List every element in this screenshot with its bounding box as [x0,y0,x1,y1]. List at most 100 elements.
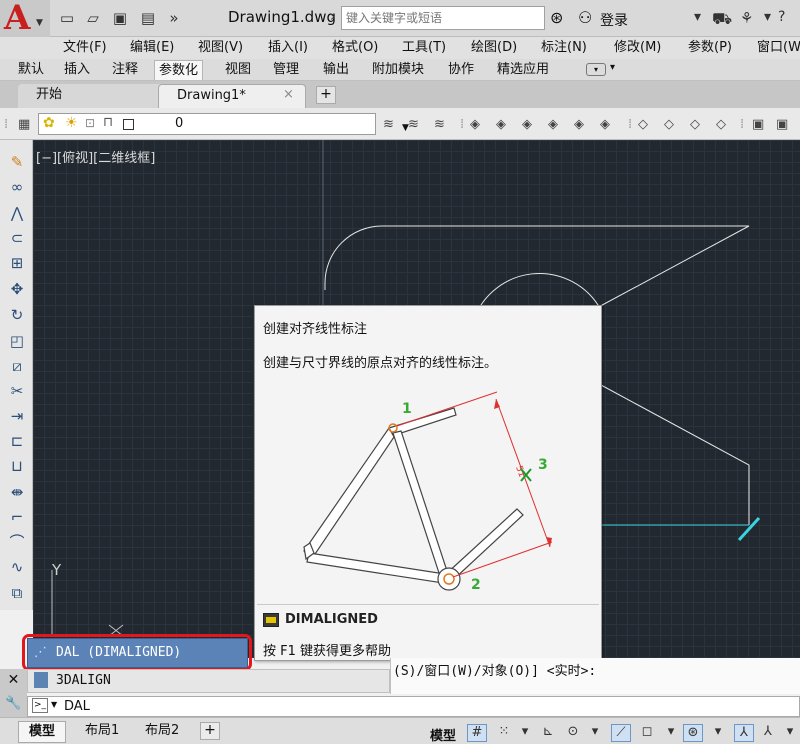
quick-access-overflow-button[interactable]: » [164,8,184,28]
snap-icon[interactable]: ⁙ [494,724,514,742]
infer-constraints-icon[interactable]: ⊾ [538,724,558,742]
explode-icon[interactable]: ⧉ [6,583,28,603]
layer-change-icon[interactable]: ◇ [716,117,726,132]
layer-delete-icon[interactable]: ◇ [664,117,674,132]
help-icon[interactable]: ? [778,9,785,25]
ribbon-toggle-icon[interactable]: ▾ [586,63,606,76]
network-icon[interactable]: ⚘ [740,9,753,27]
layer-off-icon[interactable]: ◈ [522,117,532,132]
binoculars-icon[interactable]: ⊛ [550,8,563,27]
application-menu-button[interactable]: A ▼ [0,0,50,37]
tab-addins[interactable]: 附加模块 [368,60,428,80]
block-edit-icon[interactable]: ▣ [776,117,788,132]
ortho-icon[interactable]: ⟋ [611,724,631,742]
menu-format[interactable]: 格式(O) [332,38,378,58]
tab-featured-apps[interactable]: 精选应用 [493,60,553,80]
fillet-icon[interactable]: ⌒ [6,532,28,552]
viewport-controls[interactable]: [−][俯视][二维线框] [36,147,155,166]
break-icon[interactable]: ⊔ [6,456,28,476]
menu-file[interactable]: 文件(F) [63,38,107,58]
offset-icon[interactable]: ⊂ [6,228,28,248]
rotate-icon[interactable]: ↻ [6,305,28,325]
make-current-layer-icon[interactable]: ≋ [383,117,394,132]
chevron-down-icon[interactable]: ▼ [51,700,57,709]
chevron-down-icon[interactable]: ▾ [515,724,535,742]
menu-modify[interactable]: 修改(M) [614,38,661,58]
erase-icon[interactable]: ✎ [6,152,28,172]
blend-curves-icon[interactable]: ∿ [6,557,28,577]
layer-unisolate-icon[interactable]: ◈ [496,117,506,132]
tab-annotate[interactable]: 注释 [108,60,142,80]
autocomplete-item-3dalign[interactable]: 3DALIGN [27,669,390,693]
layer-walk-icon[interactable]: ◇ [690,117,700,132]
menu-dimension[interactable]: 标注(N) [541,38,587,58]
menu-window[interactable]: 窗口(W [757,38,800,58]
chevron-down-icon[interactable]: ▾ [694,9,701,25]
menu-view[interactable]: 视图(V) [198,38,243,58]
new-tab-button[interactable]: + [316,86,336,104]
login-button[interactable]: 登录 [600,10,628,30]
tab-default[interactable]: 默认 [14,60,48,80]
tab-manage[interactable]: 管理 [269,60,303,80]
3d-osnap-icon[interactable]: ⊛ [683,724,703,742]
user-icon[interactable]: ⚇ [578,8,592,27]
array-icon[interactable]: ⊞ [6,253,28,273]
wrench-icon[interactable]: 🔧 [0,693,27,717]
tab-insert[interactable]: 插入 [60,60,94,80]
extend-icon[interactable]: ⇥ [6,406,28,426]
stretch-icon[interactable]: ⧄ [6,356,28,376]
tab-view[interactable]: 视图 [221,60,255,80]
cart-icon[interactable]: ⛟ [712,9,732,30]
close-icon[interactable]: ✕ [0,669,27,693]
chevron-down-icon[interactable]: ▾ [661,724,681,742]
layer-previous-icon[interactable]: ≋ [434,117,445,132]
layer-isolate-icon[interactable]: ◈ [470,117,480,132]
file-tab-start[interactable]: 开始 [18,84,166,108]
copy-icon[interactable]: ∞ [6,177,28,197]
tab-output[interactable]: 输出 [319,60,353,80]
object-snap-icon[interactable]: ◻ [637,724,657,742]
menu-tools[interactable]: 工具(T) [402,38,446,58]
layer-properties-icon[interactable]: ▦ [18,117,30,132]
search-input[interactable]: 键入关键字或短语 [341,6,545,30]
chevron-down-icon[interactable]: ▾ [764,9,771,25]
annotation-visibility-icon[interactable]: ⅄ [734,724,754,742]
command-prompt-icon[interactable]: >_ [32,698,48,713]
tab-model[interactable]: 模型 [18,721,67,743]
scale-icon[interactable]: ◰ [6,331,28,351]
grid-icon[interactable]: # [467,724,487,742]
save-icon[interactable]: ▣ [110,8,130,28]
tab-parametric[interactable]: 参数化 [154,60,204,80]
save-as-icon[interactable]: ▤ [138,8,158,28]
join-icon[interactable]: ⇼ [6,482,28,502]
polar-tracking-icon[interactable]: ⊙ [563,724,583,742]
layer-lock-icon[interactable]: ◈ [574,117,584,132]
tab-layout1[interactable]: 布局1 [75,721,129,743]
tab-collaborate[interactable]: 协作 [444,60,478,80]
block-icon[interactable]: ▣ [752,117,764,132]
chamfer-icon[interactable]: ⌐ [6,507,28,527]
mirror-icon[interactable]: ⋀ [6,203,28,223]
menu-insert[interactable]: 插入(I) [268,38,308,58]
new-file-icon[interactable]: ▭ [57,8,77,28]
model-space-toggle[interactable]: 模型 [430,725,456,744]
tab-layout2[interactable]: 布局2 [135,721,189,743]
menu-draw[interactable]: 绘图(D) [471,38,517,58]
layer-unlock-icon[interactable]: ◈ [600,117,610,132]
chevron-down-icon[interactable]: ▾ [585,724,605,742]
break-at-point-icon[interactable]: ⊏ [6,431,28,451]
close-tab-icon[interactable]: × [283,87,294,102]
trim-icon[interactable]: ✂ [6,381,28,401]
menu-edit[interactable]: 编辑(E) [130,38,174,58]
annotation-scale-icon[interactable]: ⅄ [758,724,778,742]
move-icon[interactable]: ✥ [6,279,28,299]
menu-parametric[interactable]: 参数(P) [688,38,732,58]
open-folder-icon[interactable]: ▱ [83,8,103,28]
layer-freeze-icon[interactable]: ◈ [548,117,558,132]
chevron-down-icon[interactable]: ▾ [708,724,728,742]
layer-match-icon[interactable]: ≋ [408,117,419,132]
command-line[interactable]: >_ ▼ DAL [27,696,800,717]
chevron-down-icon[interactable]: ▾ [780,724,800,742]
add-layout-button[interactable]: + [200,722,220,740]
layer-dropdown[interactable]: ✿ ☀ ⊡ ⊓ 0 ▼ [38,113,409,135]
